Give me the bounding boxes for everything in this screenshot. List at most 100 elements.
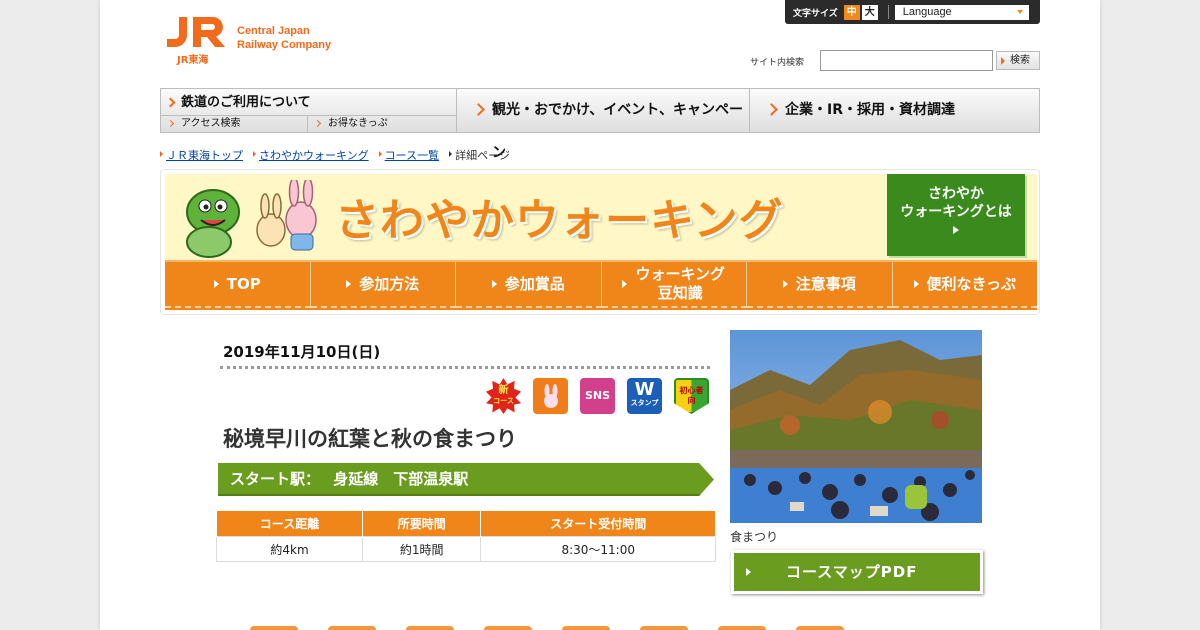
breadcrumb-link-walking[interactable]: さわやかウォーキング xyxy=(259,149,369,162)
tab-notes[interactable]: 注意事項 xyxy=(747,262,893,308)
arrow-right-icon xyxy=(913,280,919,288)
pdf-button-label: コースマップPDF xyxy=(786,563,918,581)
banner-title: さわやかウォーキング xyxy=(335,195,784,246)
breadcrumb-current: 詳細ページ xyxy=(449,147,510,163)
start-label: スタート駅： xyxy=(230,470,321,488)
strip-item xyxy=(718,626,766,630)
arrow-right-icon xyxy=(346,280,352,288)
strip-item xyxy=(484,626,532,630)
strip-item xyxy=(406,626,454,630)
about-line1: さわやか xyxy=(928,186,984,202)
page-container: JR東海 Central Japan Railway Company 文字サイズ… xyxy=(100,0,1100,630)
beginner-badge-icon: 初心者向 xyxy=(674,378,709,414)
chevron-right-icon xyxy=(313,119,322,128)
bottom-badges-strip xyxy=(250,626,950,630)
badge-w-text: W xyxy=(634,378,655,400)
nav-rail-group: 鉄道のご利用について アクセス検索 お得なきっぷ xyxy=(161,89,457,132)
about-line2: ウォーキングとは xyxy=(900,204,1012,220)
table-cell-reception: 8:30～11:00 xyxy=(480,536,716,562)
breadcrumb-item: さわやかウォーキング xyxy=(253,147,369,163)
strip-item xyxy=(796,626,844,630)
jr-logo-icon xyxy=(167,17,225,47)
utility-bar: 文字サイズ 中 大 Language xyxy=(785,0,1040,24)
table-cell-distance: 約4km xyxy=(216,536,363,562)
start-station: 身延線 下部温泉駅 xyxy=(333,470,469,488)
jr-central-logo[interactable]: JR東海 Central Japan Railway Company xyxy=(165,15,355,67)
divider xyxy=(220,366,710,369)
breadcrumb: ＪＲ東海トップ さわやかウォーキング コース一覧 詳細ページ xyxy=(160,147,510,163)
divider xyxy=(887,5,889,19)
font-size-label: 文字サイズ xyxy=(793,8,838,19)
rabbit-badge-icon xyxy=(533,378,568,414)
badge-new-label: 新コース xyxy=(493,386,514,406)
event-date: 2019年11月10日(日) xyxy=(223,343,381,361)
arrow-right-icon xyxy=(953,226,959,234)
table-header-reception: スタート受付時間 xyxy=(480,510,716,537)
site-search-input[interactable] xyxy=(820,50,993,71)
language-label: Language xyxy=(902,5,952,18)
badge-new-sub: コース xyxy=(493,397,514,405)
global-nav: 鉄道のご利用について アクセス検索 お得なきっぷ 観光・おでかけ、イベント、キャ… xyxy=(160,88,1040,161)
tab-label: 便利なきっぷ xyxy=(926,274,1016,293)
arrow-right-icon xyxy=(746,568,751,576)
banner-header: さわやかウォーキング さわやか ウォーキングとは xyxy=(165,174,1037,260)
breadcrumb-link-course-list[interactable]: コース一覧 xyxy=(385,149,439,162)
tab-label: 参加方法 xyxy=(359,274,420,293)
language-select[interactable]: Language xyxy=(894,4,1029,20)
chevron-right-icon xyxy=(165,97,176,108)
table-header-duration: 所要時間 xyxy=(361,510,482,537)
table-header-distance: コース距離 xyxy=(216,510,363,537)
about-walking-button[interactable]: さわやか ウォーキングとは xyxy=(887,174,1025,256)
search-button[interactable]: 検索 xyxy=(996,51,1040,70)
walking-tabs: TOP 参加方法 参加賞品 ウォーキング 豆知識 注意事項 便利なきっぷ xyxy=(165,260,1037,310)
chevron-down-icon xyxy=(1016,9,1023,14)
course-badges: 新コース SNS W スタンプ 初心者向 xyxy=(486,378,709,414)
event-photo xyxy=(730,330,982,523)
font-size-large-button[interactable]: 大 xyxy=(861,4,878,20)
logo-text-line2: Railway Company xyxy=(237,39,332,51)
logo-company-name: Central Japan Railway Company xyxy=(237,24,331,52)
tab-label: 注意事項 xyxy=(795,274,856,293)
photo-caption: 食まつり xyxy=(730,530,779,544)
arrow-right-icon xyxy=(782,280,788,288)
tab-tickets[interactable]: 便利なきっぷ xyxy=(892,262,1037,308)
tab-top[interactable]: TOP xyxy=(165,262,311,308)
arrow-right-icon xyxy=(213,280,219,288)
tab-label-line1: ウォーキング xyxy=(635,265,726,283)
course-map-pdf-button[interactable]: コースマップPDF xyxy=(731,550,983,594)
site-search-label: サイト内検索 xyxy=(750,58,805,68)
tab-label: ウォーキング 豆知識 xyxy=(635,265,725,303)
tab-how-to-join[interactable]: 参加方法 xyxy=(310,262,456,308)
badge-w-sub: スタンプ xyxy=(630,398,659,407)
nav-corporate-label: 企業・IR・採用・資材調達 xyxy=(785,102,955,118)
strip-item xyxy=(562,626,610,630)
tab-label-line2: 豆知識 xyxy=(657,284,703,302)
tab-label: TOP xyxy=(226,274,261,293)
chevron-right-icon xyxy=(472,103,485,116)
table-row: 約4km 約1時間 8:30～11:00 xyxy=(216,536,716,562)
nav-corporate[interactable]: 企業・IR・採用・資材調達 xyxy=(751,89,1039,132)
nav-discount-tickets[interactable]: お得なきっぷ xyxy=(308,116,457,132)
table-cell-duration: 約1時間 xyxy=(361,536,482,562)
walking-banner: さわやかウォーキング さわやか ウォーキングとは TOP 参加方法 参加賞品 ウ… xyxy=(160,169,1040,315)
nav-access-search[interactable]: アクセス検索 xyxy=(161,116,308,132)
font-size-medium-button[interactable]: 中 xyxy=(843,4,860,20)
badge-w-label: W スタンプ xyxy=(630,380,659,408)
arrow-right-icon xyxy=(622,280,628,288)
w-stamp-badge-icon: W スタンプ xyxy=(627,378,662,414)
festival-photo-image xyxy=(730,330,982,523)
breadcrumb-link-top[interactable]: ＪＲ東海トップ xyxy=(166,149,243,162)
logo-subtitle: JR東海 xyxy=(177,55,209,66)
strip-item xyxy=(640,626,688,630)
chevron-right-icon xyxy=(166,119,175,128)
breadcrumb-item: コース一覧 xyxy=(378,147,439,163)
rabbit-icon xyxy=(543,384,558,408)
new-course-badge-icon: 新コース xyxy=(486,378,521,414)
nav-rail[interactable]: 鉄道のご利用について xyxy=(161,89,457,116)
badge-new-text: 新 xyxy=(498,385,509,396)
tab-walking-tips[interactable]: ウォーキング 豆知識 xyxy=(601,262,747,308)
nav-tourism[interactable]: 観光・おでかけ、イベント、キャンペーン xyxy=(458,89,750,161)
nav-access-search-label: アクセス検索 xyxy=(181,118,241,129)
arrow-right-icon xyxy=(491,280,497,288)
tab-prizes[interactable]: 参加賞品 xyxy=(456,262,602,308)
